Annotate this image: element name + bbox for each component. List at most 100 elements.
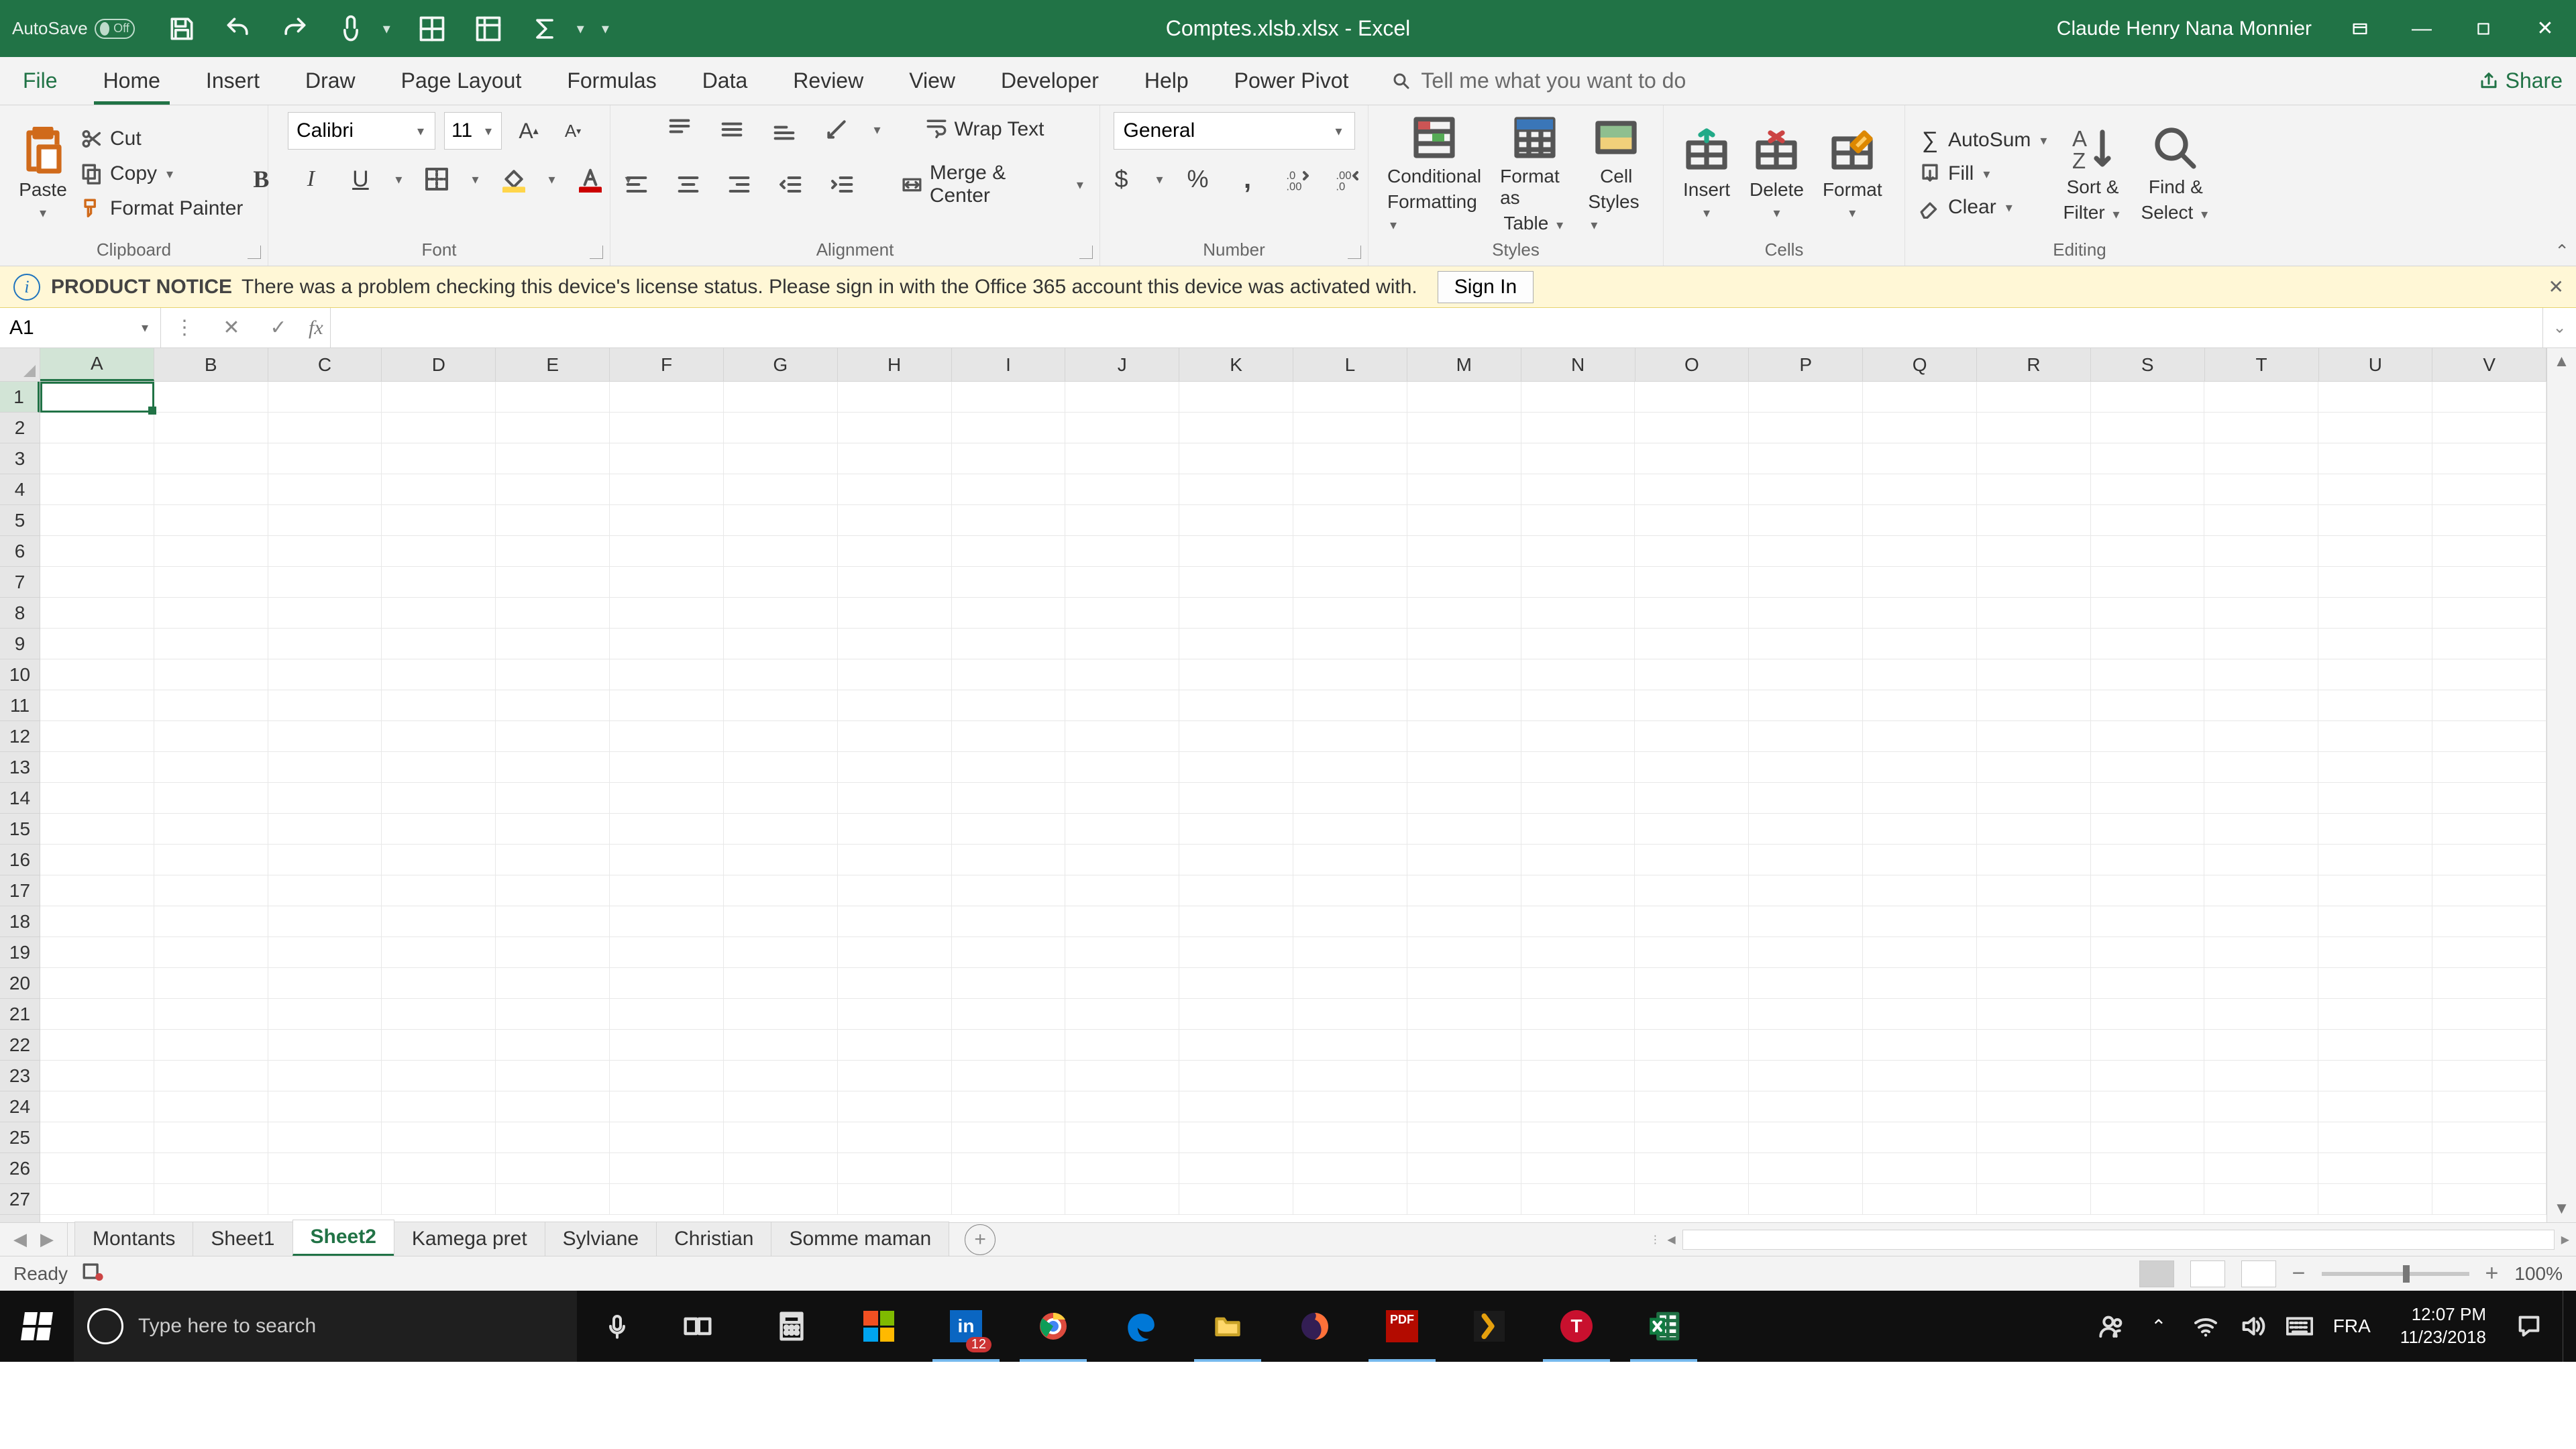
tab-help[interactable]: Help: [1122, 57, 1212, 105]
zoom-in-icon[interactable]: +: [2485, 1260, 2499, 1287]
align-right-icon[interactable]: [722, 167, 757, 202]
alignment-dialog-launcher[interactable]: [1079, 246, 1093, 259]
zoom-level[interactable]: 100%: [2514, 1263, 2563, 1285]
tab-developer[interactable]: Developer: [978, 57, 1122, 105]
row-header-22[interactable]: 22: [0, 1030, 40, 1061]
col-header-J[interactable]: J: [1065, 348, 1179, 381]
autosum-dropdown[interactable]: ▾: [2037, 132, 2049, 149]
copy-button[interactable]: Copy ▾: [76, 160, 247, 188]
decrease-decimal-icon[interactable]: .00.0: [1330, 162, 1364, 197]
row-header-5[interactable]: 5: [0, 505, 40, 536]
format-as-table-button[interactable]: Format as Table ▾: [1491, 113, 1578, 234]
tab-page-layout[interactable]: Page Layout: [378, 57, 545, 105]
cut-button[interactable]: Cut: [76, 125, 247, 153]
align-center-icon[interactable]: [672, 167, 706, 202]
merge-dropdown[interactable]: ▾: [1074, 176, 1086, 193]
row-header-2[interactable]: 2: [0, 413, 40, 443]
accounting-format-icon[interactable]: $: [1104, 162, 1138, 197]
minimize-button[interactable]: ―: [2395, 0, 2449, 57]
wifi-tray-icon[interactable]: [2192, 1313, 2219, 1340]
col-header-Q[interactable]: Q: [1863, 348, 1977, 381]
keyboard-tray-icon[interactable]: [2286, 1313, 2313, 1340]
show-desktop-button[interactable]: [2563, 1291, 2572, 1362]
qat-customize-icon[interactable]: ▾: [602, 20, 609, 38]
tab-draw[interactable]: Draw: [282, 57, 378, 105]
row-header-20[interactable]: 20: [0, 968, 40, 999]
grid[interactable]: ABCDEFGHIJKLMNOPQRSTUV 12345678910111213…: [0, 348, 2546, 1222]
row-header-12[interactable]: 12: [0, 721, 40, 752]
row-header-11[interactable]: 11: [0, 690, 40, 721]
row-header-19[interactable]: 19: [0, 937, 40, 968]
borders-qat-icon[interactable]: [417, 14, 447, 44]
ime-indicator[interactable]: FRA: [2333, 1316, 2371, 1337]
undo-icon[interactable]: [223, 14, 253, 44]
fx-icon[interactable]: fx: [302, 317, 330, 339]
format-cells-button[interactable]: Format▾: [1813, 127, 1892, 221]
formula-input[interactable]: [331, 308, 2542, 347]
autosum-button[interactable]: ∑AutoSum▾: [1915, 126, 2053, 154]
row-header-6[interactable]: 6: [0, 536, 40, 567]
borders-dropdown[interactable]: ▾: [469, 171, 481, 188]
col-header-N[interactable]: N: [1521, 348, 1635, 381]
save-icon[interactable]: [167, 14, 197, 44]
select-all-corner[interactable]: [0, 348, 40, 381]
touch-mode-icon[interactable]: [336, 14, 366, 44]
sheet-tab-sheet1[interactable]: Sheet1: [193, 1222, 292, 1256]
calculator-app-icon[interactable]: [751, 1291, 832, 1362]
col-header-O[interactable]: O: [1635, 348, 1750, 381]
align-left-icon[interactable]: [620, 167, 654, 202]
redo-icon[interactable]: [280, 14, 309, 44]
row-header-4[interactable]: 4: [0, 474, 40, 505]
col-header-D[interactable]: D: [382, 348, 496, 381]
col-header-M[interactable]: M: [1407, 348, 1521, 381]
sign-in-button[interactable]: Sign In: [1438, 271, 1534, 303]
align-bottom-icon[interactable]: [767, 112, 802, 147]
sheet-tab-sylviane[interactable]: Sylviane: [545, 1222, 657, 1256]
row-header-16[interactable]: 16: [0, 845, 40, 875]
increase-font-icon[interactable]: A▴: [511, 113, 546, 148]
fill-dropdown[interactable]: ▾: [1980, 166, 1992, 182]
row-header-14[interactable]: 14: [0, 783, 40, 814]
col-header-F[interactable]: F: [610, 348, 724, 381]
expand-formula-bar-icon[interactable]: ⌄: [2542, 308, 2576, 347]
row-header-18[interactable]: 18: [0, 906, 40, 937]
insert-cells-button[interactable]: Insert▾: [1673, 127, 1740, 221]
horizontal-scrollbar[interactable]: ⋮ ◀ ▶: [996, 1223, 2576, 1256]
merge-center-button[interactable]: Merge & Center ▾: [897, 159, 1090, 210]
enter-formula-icon[interactable]: ✓: [255, 316, 302, 339]
ribbon-display-options-icon[interactable]: [2333, 0, 2387, 57]
zoom-slider[interactable]: [2322, 1272, 2469, 1276]
number-dialog-launcher[interactable]: [1348, 246, 1361, 259]
clear-button[interactable]: Clear▾: [1915, 193, 2053, 221]
firefox-app-icon[interactable]: [1275, 1291, 1355, 1362]
action-center-icon[interactable]: [2516, 1313, 2542, 1340]
sheet-tab-sheet2[interactable]: Sheet2: [292, 1220, 394, 1256]
sheet-tab-christian[interactable]: Christian: [656, 1222, 771, 1256]
start-button[interactable]: [0, 1312, 74, 1340]
col-header-S[interactable]: S: [2091, 348, 2205, 381]
tray-clock[interactable]: 12:07 PM 11/23/2018: [2391, 1303, 2496, 1349]
delete-cells-button[interactable]: Delete▾: [1740, 127, 1813, 221]
col-header-V[interactable]: V: [2432, 348, 2546, 381]
copy-dropdown[interactable]: ▾: [164, 166, 176, 182]
row-header-9[interactable]: 9: [0, 629, 40, 659]
percent-format-icon[interactable]: %: [1181, 162, 1216, 197]
sheet-nav-next-icon[interactable]: ▶: [40, 1229, 54, 1250]
bold-button[interactable]: B: [244, 162, 278, 197]
row-header-8[interactable]: 8: [0, 598, 40, 629]
clipboard-dialog-launcher[interactable]: [248, 246, 261, 259]
number-format-combo[interactable]: General▾: [1114, 112, 1355, 150]
plex-app-icon[interactable]: [1449, 1291, 1529, 1362]
maximize-button[interactable]: [2457, 0, 2510, 57]
chrome-app-icon[interactable]: [1013, 1291, 1093, 1362]
excel-app-icon[interactable]: [1623, 1291, 1704, 1362]
decrease-indent-icon[interactable]: [774, 167, 808, 202]
cells[interactable]: [40, 382, 2546, 1222]
namebox-menu-icon[interactable]: ⋮: [161, 316, 208, 339]
tab-power-pivot[interactable]: Power Pivot: [1212, 57, 1372, 105]
row-header-10[interactable]: 10: [0, 659, 40, 690]
borders-button[interactable]: [419, 162, 454, 197]
align-middle-icon[interactable]: [714, 112, 749, 147]
orientation-icon[interactable]: [819, 112, 854, 147]
people-tray-icon[interactable]: [2098, 1313, 2125, 1340]
